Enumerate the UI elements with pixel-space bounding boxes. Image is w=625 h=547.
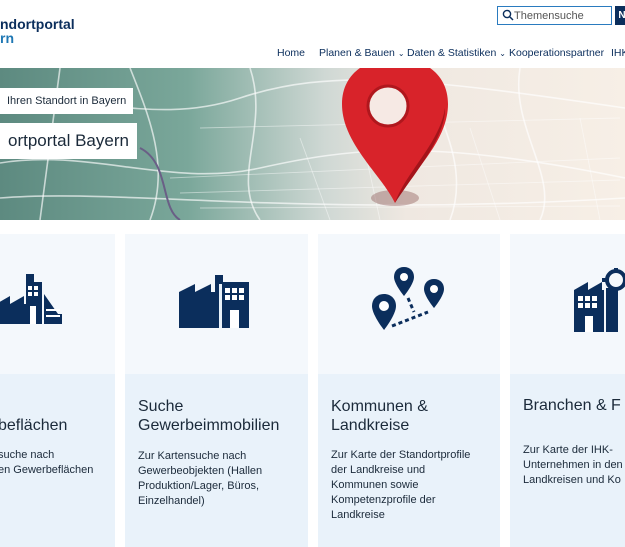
- nav-item-label: Home: [277, 47, 306, 59]
- card-gewerbeimmobilien[interactable]: Suche Gewerbeimmobilien Zur Kartensuche …: [125, 234, 308, 547]
- card-desc-line: Zur Karte der Standortprofile: [331, 449, 471, 461]
- hero-title: ortportal Bayern: [0, 123, 137, 159]
- card-desc: Zur Karte der Standortprofile der Landkr…: [331, 448, 470, 523]
- nav-item-label: IHK: [611, 47, 625, 59]
- nav-item-label: Kooperationspartner: [509, 47, 605, 59]
- chevron-down-icon: ⌄: [499, 49, 506, 58]
- nav-item-ihk[interactable]: IHK: [611, 47, 625, 59]
- card-title: Branchen & F: [523, 397, 621, 414]
- search-submit-button[interactable]: N: [615, 6, 625, 25]
- nav-item-label: Daten & Statistiken: [407, 47, 497, 59]
- card-desc-line: Zur Kartensuche nach: [138, 450, 247, 462]
- card-desc-line: Landkreise: [331, 509, 385, 521]
- nav-item-home[interactable]: Home: [277, 47, 305, 59]
- chevron-down-icon: ⌄: [397, 49, 405, 58]
- search-icon: [502, 9, 514, 21]
- hero-tagline: Ihren Standort in Bayern: [0, 88, 134, 114]
- factory-icon: [179, 275, 249, 328]
- factory-icon: [0, 274, 62, 324]
- site-header: ndortportal rn N Home Planen & Bauen⌄ Da…: [0, 0, 625, 68]
- card-desc: suche nach en Gewerbeflächen: [0, 448, 93, 478]
- card-title: Kommunen & Landkreise: [331, 397, 428, 435]
- card-desc-line: Kompetenzprofile der: [331, 494, 436, 506]
- nav-item-label: Planen & Bauen: [319, 47, 395, 59]
- hero-banner: Ihren Standort in Bayern ortportal Bayer…: [0, 68, 625, 220]
- card-title-line: Landkreise: [331, 417, 410, 434]
- card-title-line: Kommunen &: [331, 398, 428, 415]
- card-desc-line: der Landkreise und: [331, 464, 426, 476]
- card-desc-line: Zur Karte der IHK-: [523, 444, 613, 456]
- nav-item-daten-statistiken[interactable]: Daten & Statistiken ⌄: [407, 47, 506, 59]
- logo-text-line1: ndortportal: [0, 16, 75, 32]
- card-title-line: Gewerbeimmobilien: [138, 417, 280, 434]
- card-title-line: Suche: [138, 398, 184, 415]
- nav-item-kooperationspartner[interactable]: Kooperationspartner: [509, 47, 604, 59]
- card-desc-line: Gewerbeobjekten (Hallen: [138, 465, 263, 477]
- card-desc-line: en Gewerbeflächen: [0, 464, 94, 476]
- industry-gear-icon: [574, 268, 625, 332]
- card-desc-line: Unternehmen in den: [523, 459, 623, 471]
- card-kommunen-landkreise[interactable]: Kommunen & Landkreise Zur Karte der Stan…: [318, 234, 500, 547]
- logo-text-line2: rn: [0, 30, 14, 46]
- card-desc: Zur Kartensuche nach Gewerbeobjekten (Ha…: [138, 449, 262, 509]
- card-desc-line: Landkreisen und Ko: [523, 474, 621, 486]
- site-logo[interactable]: ndortportal rn: [0, 17, 75, 45]
- card-desc-line: Einzelhandel): [138, 495, 205, 507]
- card-gewerbeflaechen[interactable]: beflächen suche nach en Gewerbeflächen: [0, 234, 115, 547]
- search-input[interactable]: [514, 8, 608, 23]
- card-desc-line: Produktion/Lager, Büros,: [138, 480, 260, 492]
- search-box: [497, 6, 612, 25]
- card-title: beflächen: [0, 417, 68, 434]
- card-desc-line: Kommunen sowie: [331, 479, 419, 491]
- card-desc: Zur Karte der IHK- Unternehmen in den La…: [523, 443, 623, 488]
- nav-item-planen-bauen[interactable]: Planen & Bauen ⌄: [319, 47, 405, 59]
- card-desc-line: suche nach: [0, 449, 55, 461]
- map-pins-icon: [372, 267, 444, 330]
- card-branchen[interactable]: Branchen & F Zur Karte der IHK- Unterneh…: [510, 234, 625, 547]
- card-title: Suche Gewerbeimmobilien: [138, 397, 279, 435]
